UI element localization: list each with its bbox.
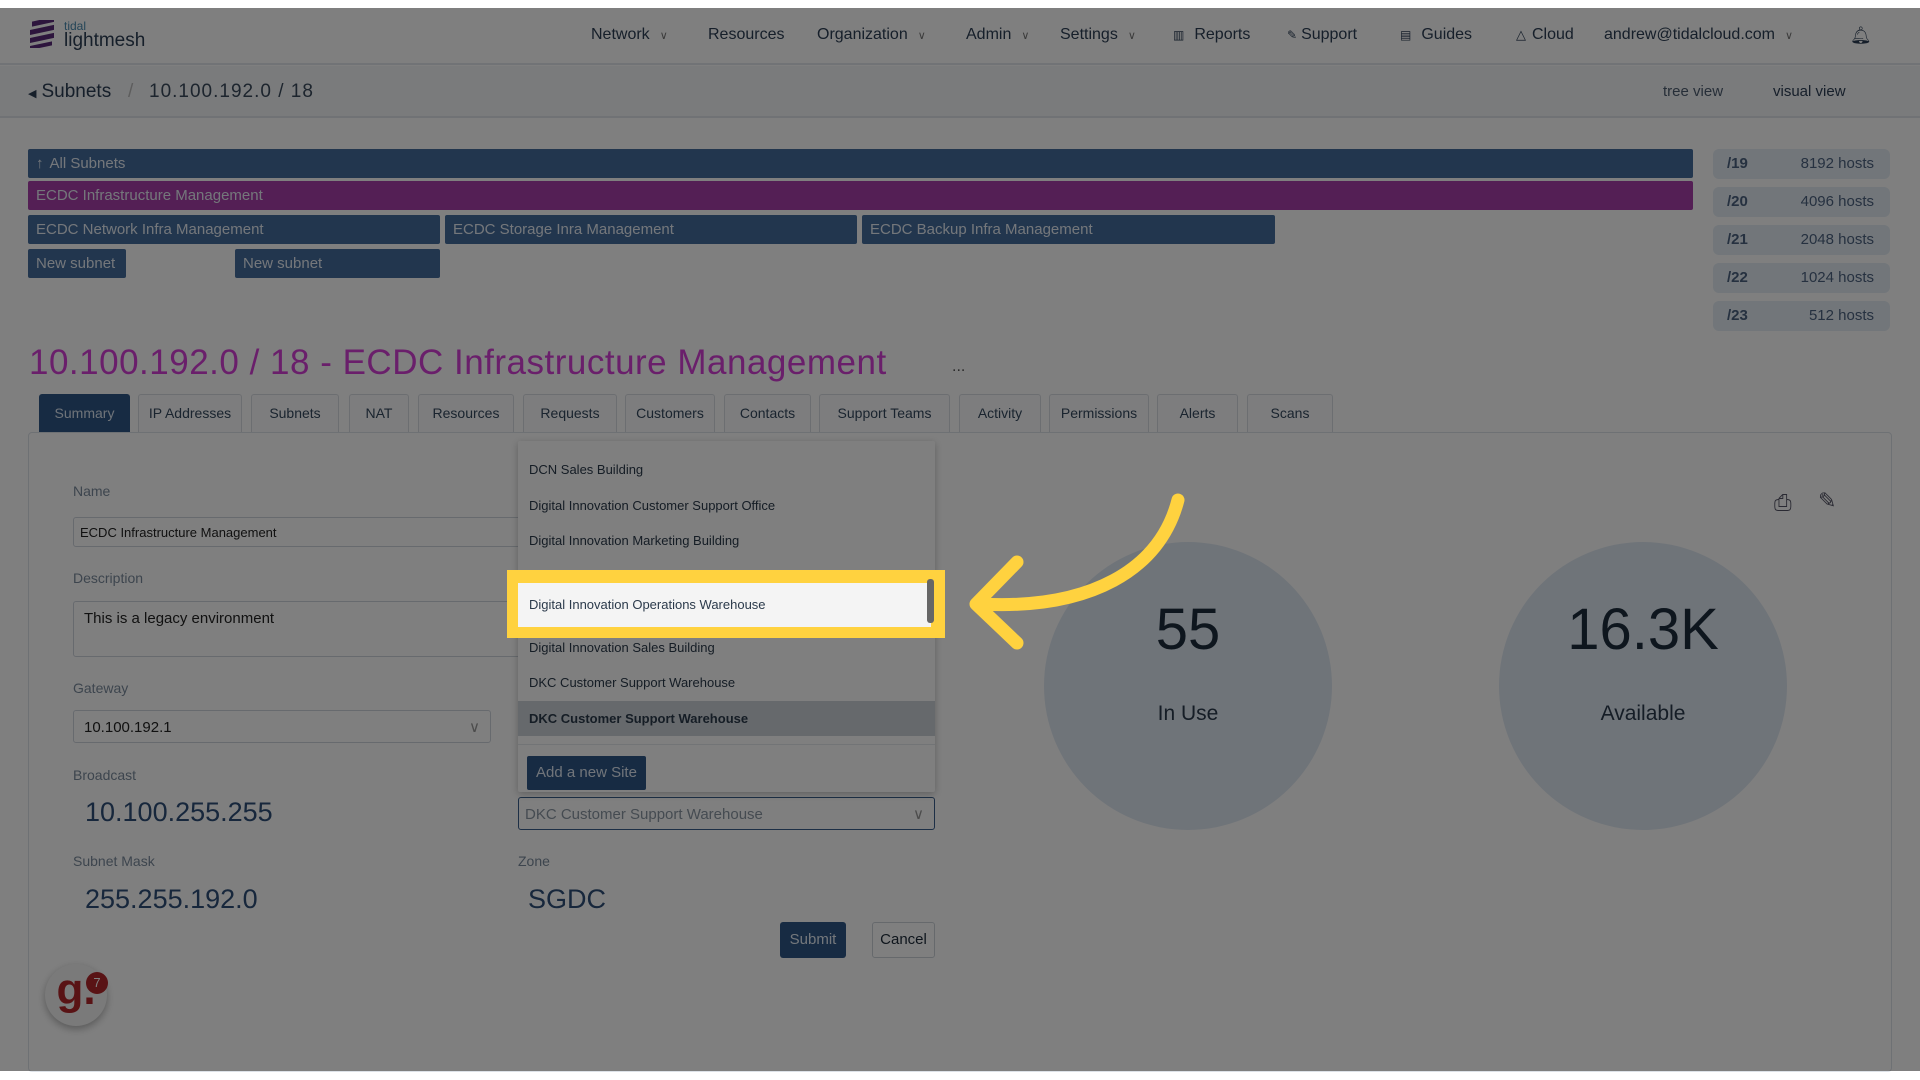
dropdown-scrollbar-thumb[interactable] [927,579,934,623]
pointer-arrow-icon [969,493,1185,650]
dropdown-option-highlighted[interactable]: Digital Innovation Operations Warehouse [518,583,923,627]
